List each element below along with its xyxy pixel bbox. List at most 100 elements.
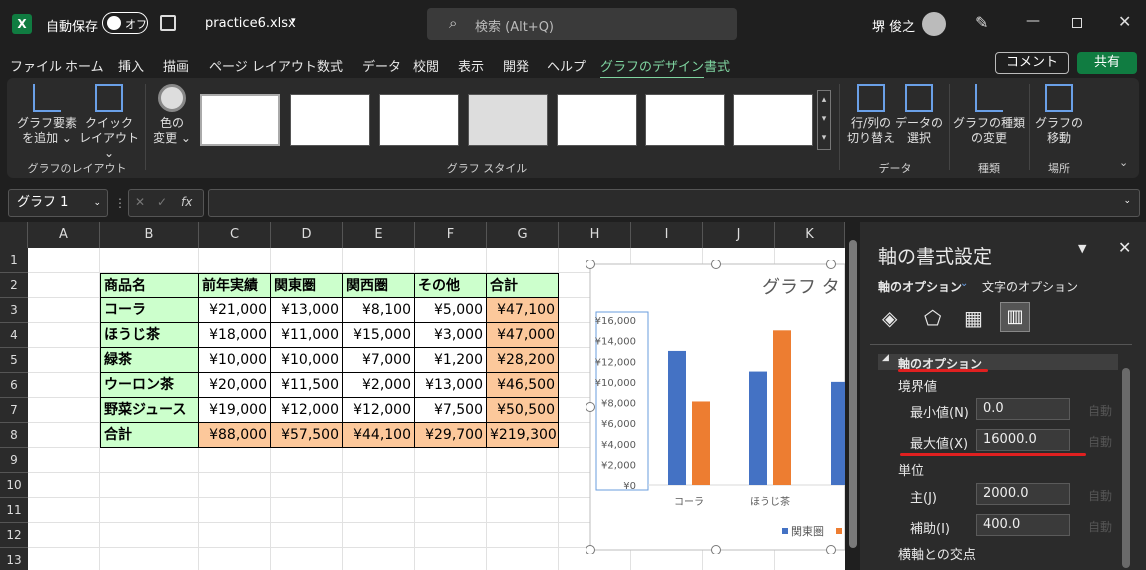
change-chart-type-button[interactable]: グラフの種類 の変更 (953, 84, 1025, 146)
table-cell[interactable]: ¥50,500 (487, 398, 559, 423)
column-header[interactable]: K (775, 222, 845, 248)
row-header[interactable]: 11 (0, 498, 28, 523)
bar[interactable] (668, 350, 686, 485)
chart-style-5[interactable] (557, 94, 637, 146)
row-header[interactable]: 12 (0, 523, 28, 548)
row-header[interactable]: 9 (0, 448, 28, 473)
select-all-corner[interactable] (0, 222, 28, 248)
legend-label[interactable]: 関東圏 (791, 525, 824, 538)
minor-auto-button[interactable]: 自動 (1088, 518, 1112, 535)
file-name[interactable]: practice6.xlsx (205, 16, 296, 31)
table-cell[interactable]: ¥19,000 (199, 398, 271, 423)
bar[interactable] (773, 330, 791, 485)
chart-style-6[interactable] (645, 94, 725, 146)
chart-style-1[interactable] (200, 94, 280, 146)
table-cell[interactable]: ¥47,100 (487, 298, 559, 323)
quick-layout-button[interactable]: クイック レイアウト ⌄ (77, 84, 141, 161)
table-cell[interactable]: 野菜ジュース (100, 398, 199, 423)
resize-handle[interactable] (711, 545, 721, 555)
tab-home[interactable]: ホーム (65, 56, 104, 75)
tab-developer[interactable]: 開発 (503, 56, 529, 75)
tab-page-layout[interactable]: ページ レイアウト (209, 56, 317, 75)
close-icon[interactable]: ✕ (1118, 238, 1131, 257)
row-header[interactable]: 7 (0, 398, 28, 423)
table-cell[interactable]: ¥15,000 (343, 323, 415, 348)
change-color-button[interactable]: 色の 変更 ⌄ (149, 84, 195, 146)
table-header-cell[interactable]: その他 (415, 273, 487, 298)
avatar[interactable] (922, 12, 946, 36)
table-header-cell[interactable]: 関東圏 (271, 273, 343, 298)
y-tick-label[interactable]: ¥14,000 (595, 337, 636, 348)
table-cell[interactable]: コーラ (100, 298, 199, 323)
table-header-cell[interactable]: 前年実績 (199, 273, 271, 298)
style-scroll-control[interactable]: ▴ ▾ ▾ (817, 90, 831, 150)
column-header[interactable]: I (631, 222, 703, 248)
column-header[interactable]: H (559, 222, 631, 248)
row-header[interactable]: 3 (0, 298, 28, 323)
x-tick-label[interactable]: ほうじ茶 (750, 495, 790, 508)
table-cell[interactable]: ¥47,000 (487, 323, 559, 348)
y-tick-label[interactable]: ¥8,000 (601, 399, 636, 410)
formula-input[interactable]: ⌄ (208, 189, 1140, 217)
table-cell[interactable]: ¥7,000 (343, 348, 415, 373)
chart-style-4[interactable] (468, 94, 548, 146)
y-tick-label[interactable]: ¥12,000 (595, 357, 636, 368)
cancel-icon[interactable]: ✕ (135, 195, 145, 209)
resize-handle[interactable] (711, 260, 721, 269)
tab-draw[interactable]: 描画 (163, 56, 189, 75)
resize-handle[interactable] (826, 545, 836, 555)
comment-button[interactable]: コメント (995, 52, 1069, 74)
table-cell[interactable]: ウーロン茶 (100, 373, 199, 398)
bar-chart-options-icon[interactable]: ▥ (1000, 302, 1030, 332)
size-properties-icon[interactable]: ▦ (964, 306, 983, 330)
column-header[interactable]: C (199, 222, 271, 248)
tab-review[interactable]: 校閲 (413, 56, 439, 75)
row-header[interactable]: 13 (0, 548, 28, 570)
max-auto-button[interactable]: 自動 (1088, 433, 1112, 450)
search-box[interactable]: ⌕ 検索 (Alt+Q) (427, 8, 737, 40)
table-cell[interactable]: ¥12,000 (343, 398, 415, 423)
min-input[interactable]: 0.0 (976, 398, 1070, 420)
table-cell[interactable]: ¥10,000 (199, 348, 271, 373)
table-cell[interactable]: ¥44,100 (343, 423, 415, 448)
more-icon[interactable]: ⋮ (114, 196, 126, 210)
maximize-icon[interactable] (1072, 18, 1082, 28)
tab-view[interactable]: 表示 (458, 56, 484, 75)
chart-style-3[interactable] (379, 94, 459, 146)
pen-icon[interactable]: ✎ (975, 13, 988, 32)
bar[interactable] (749, 371, 767, 485)
tab-text-options[interactable]: 文字のオプション (982, 278, 1078, 295)
column-header[interactable]: J (703, 222, 775, 248)
table-cell[interactable]: 合計 (100, 423, 199, 448)
chevron-down-icon[interactable]: ▾ (291, 16, 296, 26)
share-button[interactable]: 共有 (1077, 52, 1137, 74)
name-box[interactable]: グラフ 1 ⌄ (8, 189, 108, 217)
fill-bucket-icon[interactable]: ◈ (882, 306, 897, 330)
table-cell[interactable]: ¥5,000 (415, 298, 487, 323)
chart-title[interactable]: グラフ タ (762, 277, 840, 298)
table-header-cell[interactable]: 合計 (487, 273, 559, 298)
table-cell[interactable]: ¥11,500 (271, 373, 343, 398)
x-tick-label[interactable]: コーラ (674, 496, 704, 508)
row-header[interactable]: 5 (0, 348, 28, 373)
column-header[interactable]: A (28, 222, 100, 248)
row-header[interactable]: 1 (0, 248, 28, 273)
column-header[interactable]: E (343, 222, 415, 248)
minor-input[interactable]: 400.0 (976, 514, 1070, 536)
table-cell[interactable]: ほうじ茶 (100, 323, 199, 348)
table-cell[interactable]: ¥28,200 (487, 348, 559, 373)
y-tick-label[interactable]: ¥4,000 (601, 440, 636, 451)
move-chart-button[interactable]: グラフの 移動 (1033, 84, 1085, 146)
column-header[interactable]: B (100, 222, 199, 248)
table-cell[interactable]: ¥8,100 (343, 298, 415, 323)
tab-file[interactable]: ファイル (10, 56, 62, 75)
table-cell[interactable]: ¥7,500 (415, 398, 487, 423)
chevron-down-icon[interactable]: ⌄ (960, 278, 968, 289)
pane-options-icon[interactable]: ▼ (1078, 242, 1086, 255)
autosave-toggle[interactable]: オフ (102, 12, 148, 34)
table-header-cell[interactable]: 商品名 (100, 273, 199, 298)
minimize-icon[interactable]: — (1026, 13, 1040, 29)
tab-axis-options[interactable]: 軸のオプション (878, 278, 962, 295)
save-icon[interactable] (160, 15, 176, 31)
table-cell[interactable]: ¥219,300 (487, 423, 559, 448)
